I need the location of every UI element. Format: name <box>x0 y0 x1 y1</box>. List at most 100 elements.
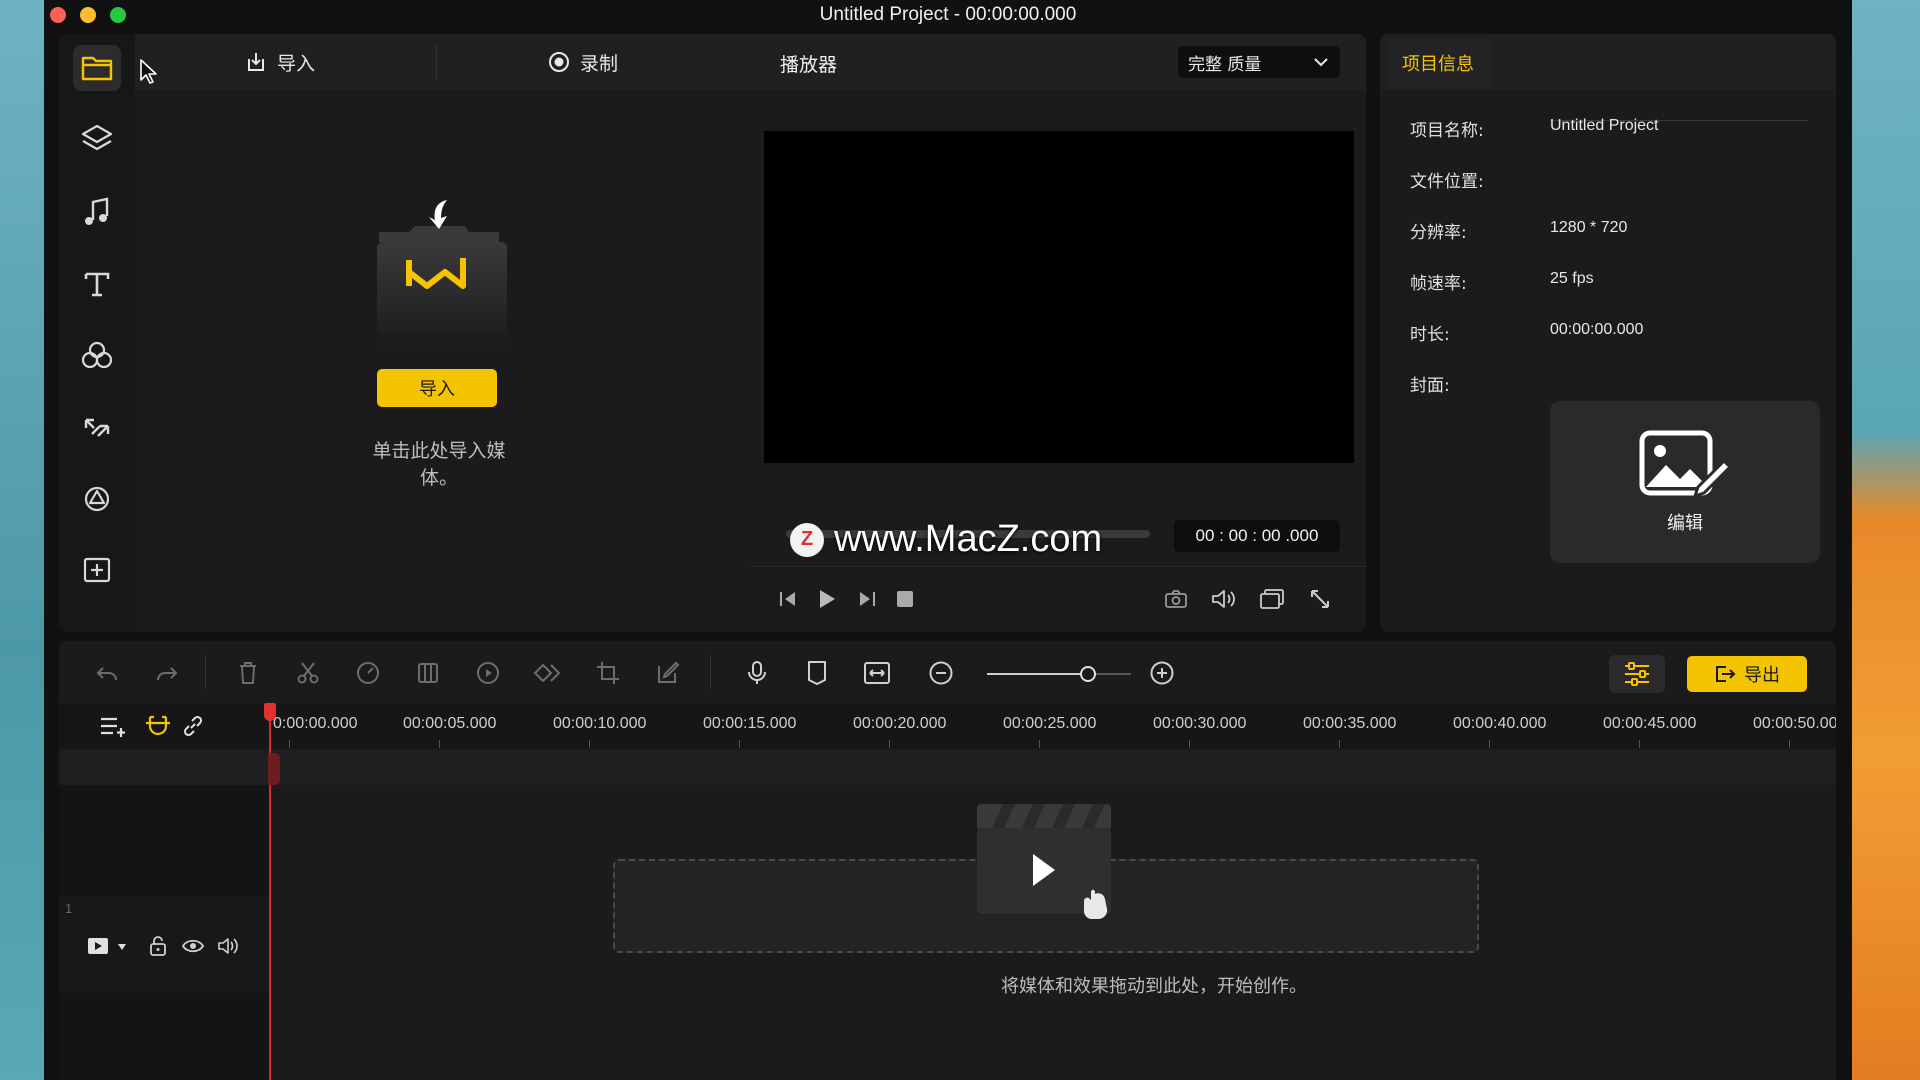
playhead-handle[interactable] <box>264 703 276 721</box>
export-label: 导出 <box>1744 665 1780 686</box>
cover-edit-label: 编辑 <box>1667 513 1703 534</box>
layers-icon <box>81 124 113 151</box>
export-button[interactable]: 导出 <box>1687 656 1807 692</box>
unlock-icon[interactable] <box>149 935 167 957</box>
keyframe-button[interactable] <box>533 658 563 688</box>
ruler-tick <box>1639 740 1640 748</box>
watermark-text: www.MacZ.com <box>834 518 1103 560</box>
reverse-icon <box>477 662 499 684</box>
zoom-out-icon <box>929 661 953 685</box>
music-note-icon <box>85 197 109 225</box>
rail-media-button[interactable] <box>73 45 121 91</box>
ruler-label: 00:00:10.000 <box>553 715 647 732</box>
rail-templates-button[interactable] <box>73 546 121 592</box>
info-label-cover: 封面: <box>1410 376 1450 396</box>
tab-record[interactable]: 录制 <box>548 34 618 90</box>
marker-button[interactable] <box>802 658 832 688</box>
volume-button[interactable] <box>1210 585 1238 613</box>
ruler-tick <box>739 740 740 748</box>
record-icon <box>549 52 569 72</box>
desktop-background-left <box>0 0 44 1080</box>
next-frame-button[interactable] <box>854 586 880 612</box>
speed-button[interactable] <box>353 658 383 688</box>
project-info-panel: 项目信息 项目名称: Untitled Project 文件位置: 分辨率: 1… <box>1380 34 1836 632</box>
ruler-label: 00:00:15.000 <box>703 715 797 732</box>
voiceover-button[interactable] <box>742 658 772 688</box>
split-button[interactable] <box>293 658 323 688</box>
add-frame-icon <box>83 557 111 583</box>
time-ruler[interactable]: 0:00:00.000 00:00:05.000 00:00:10.000 00:00… <box>59 703 1836 749</box>
trash-icon <box>240 662 256 684</box>
rail-stickers-button[interactable] <box>73 475 121 521</box>
zoom-in-button[interactable] <box>1147 658 1177 688</box>
import-folder-illustration[interactable] <box>369 192 509 362</box>
eye-icon[interactable] <box>182 937 204 955</box>
rail-transitions-button[interactable] <box>73 404 121 450</box>
undo-button[interactable] <box>92 658 122 688</box>
text-icon <box>84 272 110 297</box>
window-title: Untitled Project - 00:00:00.000 <box>819 4 1077 25</box>
info-label-location: 文件位置: <box>1410 172 1484 192</box>
edit-clip-button[interactable] <box>653 658 683 688</box>
timeline-settings-button[interactable] <box>1609 655 1665 693</box>
import-media-button[interactable]: 导入 <box>377 369 497 407</box>
info-label-resolution: 分辨率: <box>1410 223 1467 243</box>
preview-screen[interactable] <box>764 131 1354 463</box>
play-icon <box>820 590 835 608</box>
ruler-label: 0:00:00.000 <box>273 715 358 732</box>
cover-edit-button[interactable]: 编辑 <box>1550 401 1820 563</box>
play-button[interactable] <box>814 586 840 612</box>
video-track-header: 1 <box>59 897 269 993</box>
timeline-toolbar: 导出 <box>59 641 1836 703</box>
edit-icon <box>658 661 680 683</box>
quality-select[interactable]: 完整 质量 <box>1178 46 1340 78</box>
project-name-field[interactable]: Untitled Project <box>1550 117 1659 135</box>
rail-text-button[interactable] <box>73 261 121 307</box>
speaker-icon <box>1212 590 1235 608</box>
delete-button[interactable] <box>233 658 263 688</box>
crop-icon <box>597 662 619 684</box>
freeze-frame-button[interactable] <box>413 658 443 688</box>
magnet-snap-icon[interactable] <box>145 713 171 739</box>
fit-width-icon <box>864 662 890 684</box>
fullscreen-button[interactable] <box>1306 585 1334 613</box>
media-panel: 导入 录制 导入 单击此处导入媒体。 <box>59 34 785 632</box>
sliders-icon <box>1625 662 1649 686</box>
rail-layers-button[interactable] <box>73 116 121 162</box>
chevron-down-icon[interactable] <box>117 943 127 951</box>
redo-button[interactable] <box>152 658 182 688</box>
ruler-label: 00:00:45.000 <box>1603 715 1697 732</box>
snapshot-button[interactable] <box>1162 585 1190 613</box>
crop-button[interactable] <box>593 658 623 688</box>
info-label-name: 项目名称: <box>1410 121 1484 141</box>
desktop-background-right <box>1852 0 1920 1080</box>
ruler-label: 00:00:35.000 <box>1303 715 1397 732</box>
watermark-logo: Z <box>790 522 824 557</box>
prev-frame-icon <box>780 592 795 606</box>
aspect-ratio-button[interactable] <box>1258 585 1286 613</box>
tab-import[interactable]: 导入 <box>245 34 315 90</box>
rail-effects-button[interactable] <box>73 332 121 378</box>
link-icon[interactable] <box>181 714 205 738</box>
zoom-in-icon <box>1150 661 1174 685</box>
track-header-top <box>59 749 269 785</box>
fit-timeline-button[interactable] <box>862 658 892 688</box>
zoom-slider[interactable] <box>987 673 1087 675</box>
keyframe-icon <box>533 663 561 683</box>
tab-project-info[interactable]: 项目信息 <box>1386 38 1490 88</box>
add-track-icon[interactable] <box>99 715 129 739</box>
reverse-button[interactable] <box>473 658 503 688</box>
scissors-icon <box>297 662 319 684</box>
prev-frame-button[interactable] <box>775 586 801 612</box>
rail-audio-button[interactable] <box>73 189 121 235</box>
player-header: 播放器 完整 质量 <box>750 34 1366 90</box>
info-value-duration: 00:00:00.000 <box>1550 321 1644 338</box>
video-track-icon[interactable] <box>87 937 109 955</box>
stop-button[interactable] <box>892 586 918 612</box>
speed-icon <box>357 662 379 684</box>
track-audio-icon[interactable] <box>217 936 239 956</box>
sticker-icon <box>84 486 110 512</box>
stop-icon <box>897 591 913 607</box>
zoom-out-button[interactable] <box>926 658 956 688</box>
zoom-slider-handle[interactable] <box>1080 666 1096 682</box>
